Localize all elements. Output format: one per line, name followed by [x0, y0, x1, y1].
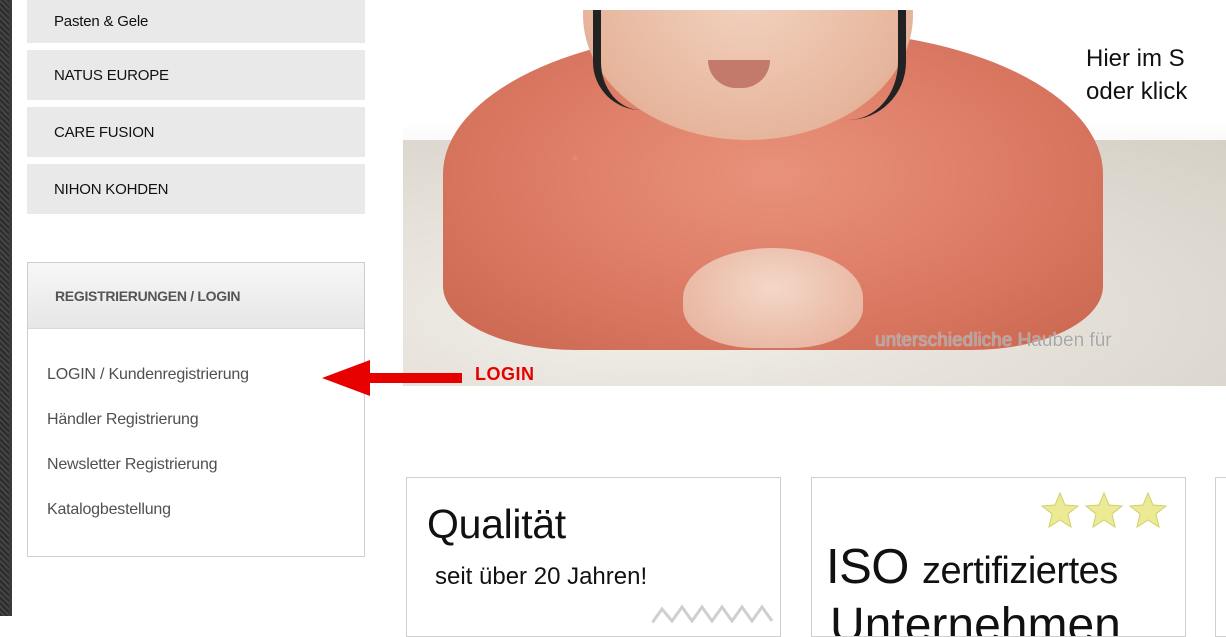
hero-banner[interactable]: Hier im S oder klick unterschiedliche Ha… — [403, 10, 1226, 386]
three-stars-icon — [1040, 491, 1168, 529]
iso-title: ISO zertifiziertes — [826, 539, 1118, 595]
hero-text: Hier im S oder klick — [1086, 42, 1187, 108]
hero-caption: unterschiedliche Hauben für — [875, 330, 1112, 351]
left-border-line — [9, 0, 12, 616]
brand-menu: Pasten & Gele NATUS EUROPE CARE FUSION N… — [27, 0, 365, 221]
red-arrow-icon — [322, 360, 462, 396]
hero-baby-hand — [683, 248, 863, 348]
brand-menu-item-nihon-kohden[interactable]: NIHON KOHDEN — [27, 164, 365, 214]
registration-heading: REGISTRIERUNGEN / LOGIN — [28, 263, 364, 329]
iso-title-small: zertifiziertes — [922, 550, 1118, 592]
iso-subtitle: Unternehmen — [830, 599, 1121, 637]
dealer-registration-link[interactable]: Händler Registrierung — [47, 409, 364, 431]
third-card-partial[interactable] — [1215, 477, 1226, 637]
login-customer-registration-link[interactable]: LOGIN / Kundenregistrierung — [47, 364, 364, 386]
newsletter-registration-link[interactable]: Newsletter Registrierung — [47, 454, 364, 476]
quality-subtitle: seit über 20 Jahren! — [435, 563, 648, 590]
brand-menu-item-pasten-gele[interactable]: Pasten & Gele — [27, 0, 365, 43]
hero-text-line-2: oder klick — [1086, 78, 1188, 105]
quality-card[interactable]: Qualität seit über 20 Jahren! — [406, 477, 781, 637]
brand-menu-item-label: CARE FUSION — [54, 123, 155, 141]
registration-box: REGISTRIERUNGEN / LOGIN LOGIN / Kundenre… — [27, 262, 365, 557]
iso-card[interactable]: ISO zertifiziertes Unternehmen — [811, 477, 1186, 637]
registration-links: LOGIN / Kundenregistrierung Händler Regi… — [28, 329, 364, 521]
catalog-order-link[interactable]: Katalogbestellung — [47, 499, 364, 521]
quality-title: Qualität — [427, 501, 566, 547]
brand-menu-item-care-fusion[interactable]: CARE FUSION — [27, 107, 365, 157]
brand-menu-item-label: Pasten & Gele — [54, 13, 149, 30]
iso-title-big: ISO — [826, 540, 909, 594]
login-annotation-label: LOGIN — [475, 364, 535, 384]
hero-text-line-1: Hier im S — [1086, 45, 1185, 72]
brand-menu-item-label: NATUS EUROPE — [54, 66, 169, 84]
brand-menu-item-label: NIHON KOHDEN — [54, 180, 169, 198]
quality-seal-icon — [652, 604, 774, 623]
brand-menu-item-natus-europe[interactable]: NATUS EUROPE — [27, 50, 365, 100]
